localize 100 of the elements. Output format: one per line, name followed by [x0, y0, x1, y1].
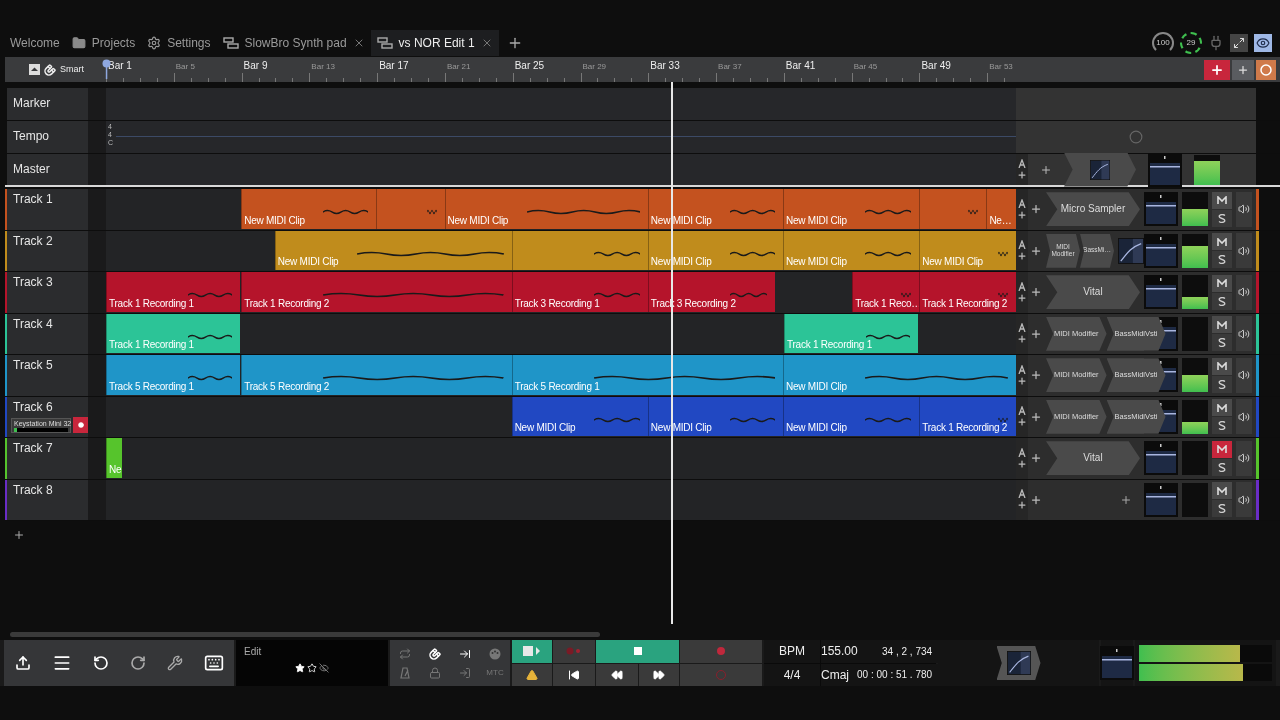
horizontal-scrollbar[interactable] [10, 631, 600, 637]
track-header[interactable]: Track 8 [7, 479, 88, 520]
monitor-button[interactable] [1236, 233, 1252, 269]
undo-icon[interactable] [92, 655, 109, 671]
plugin-slot[interactable]: Micro Sampler [1046, 192, 1140, 227]
monitor-button[interactable] [1236, 399, 1252, 435]
fader-icon[interactable] [1148, 152, 1182, 187]
solo-button[interactable] [1212, 458, 1232, 476]
track-header[interactable]: Track 7 [7, 438, 88, 479]
track-lane[interactable]: New MIDI Clip New MIDI Clip New MIDI Clip New MIDI Clip Ne… [106, 189, 1016, 230]
add-automation-icon[interactable] [1017, 209, 1027, 220]
add-automation-icon[interactable] [1017, 251, 1027, 262]
track-header[interactable]: Track 2 [7, 230, 88, 271]
mute-button[interactable] [1212, 440, 1232, 458]
redo-icon[interactable] [129, 655, 146, 671]
clip[interactable]: Track 1 Recording 2 [919, 272, 1016, 312]
monitor-button[interactable] [1236, 274, 1252, 310]
add-automation-icon[interactable] [1017, 458, 1027, 469]
add-plugin-icon[interactable] [1120, 493, 1132, 506]
solo-button[interactable] [1212, 375, 1232, 393]
tab[interactable]: Welcome [4, 30, 66, 56]
solo-button[interactable] [1212, 251, 1232, 269]
solo-button[interactable] [1212, 417, 1232, 435]
hidden-icon[interactable] [319, 663, 329, 673]
plugin-slot[interactable]: Vital [1046, 275, 1140, 310]
curve-icon[interactable] [1118, 237, 1144, 264]
knob-button[interactable] [1256, 59, 1276, 80]
automation-icon[interactable] [1018, 447, 1026, 457]
tab[interactable]: vs NOR Edit 1 [370, 30, 499, 56]
clip[interactable]: Ne… [986, 189, 1016, 229]
position-display[interactable]: 34 , 2 , 734 [882, 643, 933, 659]
clip[interactable]: Track 1 Recording 2 [919, 396, 1016, 436]
add-device-icon[interactable] [1030, 410, 1042, 423]
automation-icon[interactable] [1018, 489, 1026, 499]
add-device-icon[interactable] [1030, 286, 1042, 299]
key-display[interactable]: Cmaj [821, 665, 849, 684]
fader-icon[interactable] [1144, 192, 1178, 227]
automation-icon[interactable] [1018, 364, 1026, 374]
add-automation-icon[interactable] [1017, 292, 1027, 303]
automation-icon[interactable] [1018, 240, 1026, 250]
track-header[interactable]: Marker [7, 88, 88, 120]
add-automation-icon[interactable] [1017, 334, 1027, 345]
fast-forward-button[interactable] [639, 663, 679, 686]
add-device-icon[interactable] [1030, 369, 1042, 382]
clip[interactable]: New MIDI Clip [647, 396, 784, 436]
clip[interactable]: New MIDI Clip [647, 189, 784, 229]
solo-button[interactable] [1212, 209, 1232, 227]
tab[interactable]: SlowBro Synth pad [216, 30, 371, 56]
fader-icon[interactable] [1100, 646, 1134, 680]
solo-button[interactable] [1212, 292, 1232, 310]
snap-mode[interactable]: Smart [60, 62, 84, 77]
clip[interactable]: New MIDI Clip [511, 396, 648, 436]
add-automation-icon[interactable] [1017, 500, 1027, 511]
mute-button[interactable] [1212, 399, 1232, 417]
mute-button[interactable] [1212, 357, 1232, 375]
fader-icon[interactable] [1144, 275, 1178, 310]
fader-icon[interactable] [1144, 233, 1178, 268]
automation-icon[interactable] [1018, 281, 1026, 291]
solo-button[interactable] [1212, 334, 1232, 352]
follow-icon[interactable] [459, 647, 471, 660]
metronome-icon[interactable] [400, 666, 410, 679]
collapse-icon[interactable] [29, 64, 40, 75]
plug-icon[interactable] [1208, 35, 1224, 51]
record-arm-button[interactable] [73, 417, 88, 433]
mute-button[interactable] [1212, 274, 1232, 292]
mute-button[interactable] [1212, 316, 1232, 334]
automation-icon[interactable] [1018, 406, 1026, 416]
clip[interactable] [919, 189, 987, 229]
clip[interactable]: Track 3 Recording 1 [511, 272, 648, 312]
add-automation-icon[interactable] [1017, 375, 1027, 386]
resize-button[interactable] [1230, 34, 1248, 52]
automation-icon[interactable] [1018, 198, 1026, 208]
clip[interactable]: New MIDI Clip [241, 189, 377, 229]
bpm-value[interactable]: 155.00 [821, 642, 858, 661]
track-header[interactable]: Track 3 [7, 272, 88, 313]
clip[interactable]: New MIDI Clip [444, 189, 648, 229]
star-icon[interactable] [295, 663, 305, 673]
add-device-icon[interactable] [1030, 203, 1042, 216]
add-device-icon[interactable] [1030, 244, 1042, 257]
clip[interactable]: Track 1 Recording 2 [241, 272, 512, 312]
clip[interactable]: Track 1 Reco… [852, 272, 920, 312]
clip[interactable]: New MIDI Clip [783, 189, 920, 229]
wrench-icon[interactable] [166, 655, 183, 671]
fader-icon[interactable] [1144, 441, 1178, 476]
to-start-button[interactable] [553, 663, 595, 686]
monitor-button[interactable] [1236, 440, 1252, 476]
fader-icon[interactable] [1144, 482, 1178, 517]
curve-icon[interactable] [1006, 651, 1031, 675]
add-device-icon[interactable] [1030, 327, 1042, 340]
solo-button[interactable] [1212, 500, 1232, 518]
track-header[interactable]: Tempo [7, 121, 88, 153]
midi-port-icon[interactable] [489, 647, 501, 660]
monitor-button[interactable] [1236, 357, 1252, 393]
automation-icon[interactable] [1018, 323, 1026, 333]
track-header[interactable]: Track 4 [7, 313, 88, 354]
track-header[interactable]: Master [7, 154, 88, 185]
master-curve-slot[interactable] [996, 646, 1041, 680]
track-header[interactable]: Track 1 [7, 189, 88, 230]
add-plugin-icon[interactable] [1040, 163, 1052, 176]
time-signature[interactable]: 4/4 [783, 665, 801, 684]
